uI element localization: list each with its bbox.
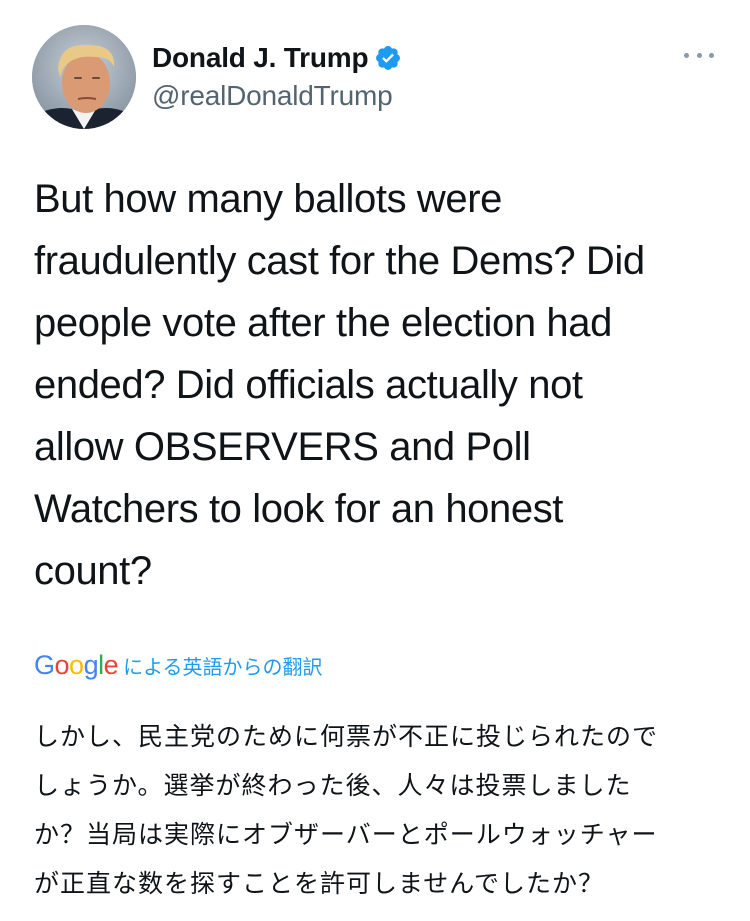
tweet-line: people vote after the election had <box>34 301 612 345</box>
tweet-line: allow OBSERVERS and Poll <box>34 425 531 469</box>
more-dot <box>684 52 689 58</box>
verified-badge-icon <box>374 44 402 72</box>
translated-line: しょうか。選挙が終わった後、人々は投票しました <box>34 771 632 800</box>
author-display-name[interactable]: Donald J. Trump <box>152 42 369 74</box>
author-header: Donald J. Trump @realDonaldTrump <box>152 38 402 112</box>
translated-line: か？当局は実際にオブザーバーとポールウォッチャー <box>34 820 658 849</box>
google-logo: Google <box>34 650 119 680</box>
author-avatar[interactable] <box>32 25 136 129</box>
author-handle[interactable]: @realDonaldTrump <box>152 80 402 112</box>
tweet-line: Watchers to look for an honest <box>34 487 564 531</box>
more-options-icon[interactable] <box>684 49 714 61</box>
translated-text: しかし、民主党のために何票が不正に投じられたので しょうか。選挙が終わった後、人々… <box>34 712 718 908</box>
tweet-text: But how many ballots were fraudulently ca… <box>34 168 714 602</box>
translation-label[interactable]: による英語からの翻訳 <box>123 651 322 680</box>
avatar-photo <box>32 25 136 129</box>
tweet-card: Donald J. Trump @realDonaldTrump But how… <box>0 0 750 921</box>
more-dot <box>696 52 702 58</box>
author-name-row: Donald J. Trump <box>152 38 402 78</box>
tweet-line: But how many ballots were <box>34 177 503 221</box>
translation-attribution[interactable]: Google による英語からの翻訳 <box>34 650 323 684</box>
translated-line: が正直な数を探すことを許可しませんでしたか？ <box>34 869 605 898</box>
tweet-line: ended? Did officials actually not <box>34 363 583 407</box>
tweet-line: count? <box>34 549 152 593</box>
more-dot <box>709 52 714 58</box>
tweet-line: fraudulently cast for the Dems? Did <box>34 239 645 283</box>
translated-line: しかし、民主党のために何票が不正に投じられたので <box>34 722 659 751</box>
